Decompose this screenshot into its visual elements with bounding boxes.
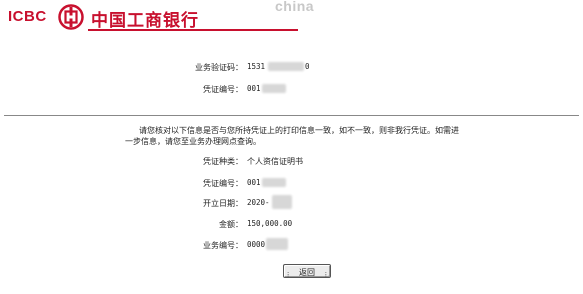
icbc-emblem-icon [58, 4, 84, 30]
voucher-type-row: 凭证种类： 个人资信证明书 [0, 156, 583, 166]
back-button-label: 返回 [299, 268, 315, 277]
watermark-text: china [275, 0, 315, 14]
detail-voucher-number-label: 凭证编号： [203, 179, 243, 188]
business-number-label: 业务编号： [203, 241, 243, 250]
page-header: ICBC 中国工商银行 china [0, 0, 583, 40]
business-number-value: 0000 [247, 240, 266, 249]
redacted-mask [262, 84, 286, 93]
section-divider [4, 115, 579, 116]
voucher-type-label: 凭证种类： [203, 157, 243, 166]
redacted-mask [262, 178, 286, 187]
back-button[interactable]: ⁝ 返回 ⁝ [283, 264, 331, 279]
redacted-mask [266, 238, 288, 250]
verification-code-row: 业务验证码： 1531 0 [0, 62, 583, 72]
issue-date-row: 开立日期： 2020- [0, 195, 583, 209]
header-underline [88, 29, 298, 31]
notice-line-2: 一步信息，请您至业务办理网点查询。 [125, 137, 261, 146]
button-left-edge-icon: ⁝ [287, 271, 290, 279]
amount-label: 金额： [219, 220, 243, 229]
detail-voucher-number-value: 001 [247, 178, 261, 187]
icbc-logo-text: ICBC [8, 8, 47, 25]
voucher-type-value: 个人资信证明书 [247, 157, 303, 166]
redacted-mask [272, 195, 292, 209]
voucher-number-row: 凭证编号： 001 [0, 84, 583, 94]
business-number-row: 业务编号： 0000 [0, 238, 583, 250]
amount-value: 150,000.00 [247, 219, 293, 228]
verification-notice: 请您核对以下信息是否与您所持凭证上的打印信息一致，如不一致，则非我行凭证。如需进… [125, 125, 475, 147]
notice-line-1: 请您核对以下信息是否与您所持凭证上的打印信息一致，如不一致，则非我行凭证。如需进 [139, 126, 459, 135]
issue-date-label: 开立日期： [203, 199, 243, 208]
bank-name: 中国工商银行 [91, 11, 199, 31]
issue-date-value: 2020- [247, 198, 270, 207]
detail-voucher-number-row: 凭证编号： 001 [0, 178, 583, 188]
voucher-number-label: 凭证编号： [203, 85, 243, 94]
verification-code-label: 业务验证码： [195, 63, 243, 72]
verification-code-suffix: 0 [305, 62, 310, 71]
voucher-number-value: 001 [247, 84, 261, 93]
button-right-edge-icon: ⁝ [324, 271, 327, 279]
verification-code-value: 1531 [247, 62, 266, 71]
redacted-mask [268, 62, 304, 71]
amount-row: 金额： 150,000.00 [0, 219, 583, 229]
